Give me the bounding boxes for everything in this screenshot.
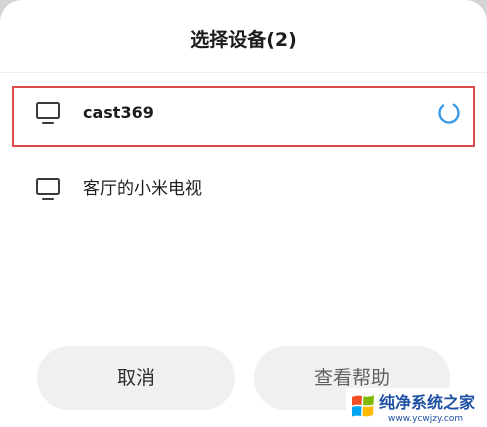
device-name: 客厅的小米电视: [83, 179, 202, 199]
device-item-cast369[interactable]: cast369: [0, 88, 487, 138]
cancel-button[interactable]: 取消: [37, 346, 235, 410]
site-watermark: 纯净系统之家 www.ycwjzy.com: [346, 388, 487, 427]
title-divider: [0, 72, 487, 73]
windows-logo-icon: [352, 395, 374, 417]
dialog-title: 选择设备(2): [190, 29, 297, 51]
device-picker-sheet: 选择设备(2) cast369 客厅的小米电视 取消 查看帮助 纯净系统之家 w…: [0, 0, 487, 427]
monitor-icon: [36, 178, 60, 200]
monitor-icon: [36, 102, 60, 124]
watermark-brand: 纯净系统之家: [379, 393, 476, 412]
device-item-living-room-tv[interactable]: 客厅的小米电视: [0, 164, 487, 214]
loading-spinner-icon: [438, 102, 460, 124]
device-name: cast369: [83, 103, 154, 122]
watermark-url: www.ycwjzy.com: [388, 414, 464, 424]
